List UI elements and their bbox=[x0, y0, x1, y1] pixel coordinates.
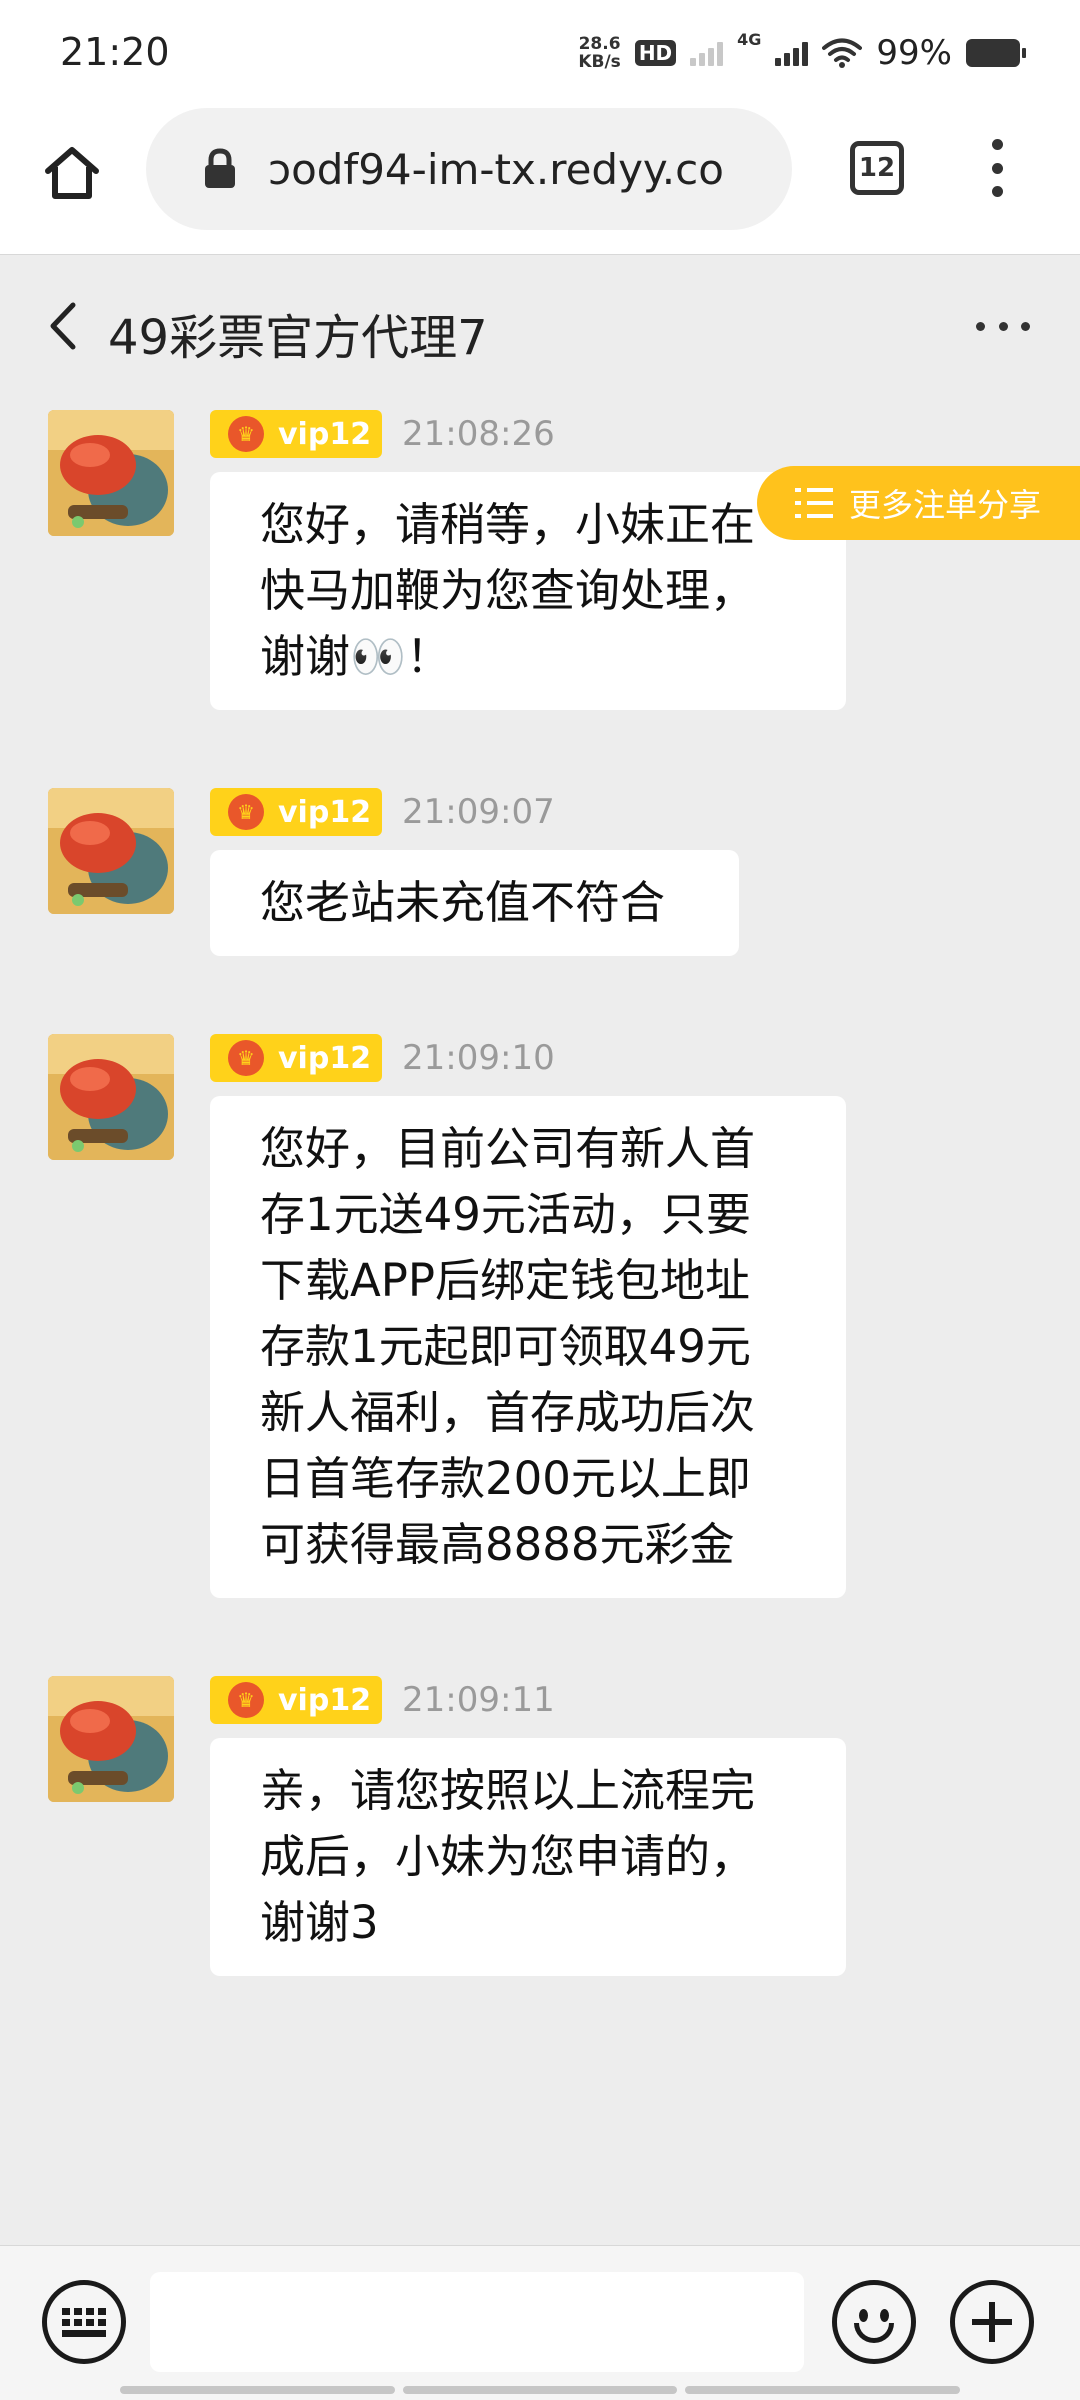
message-bubble: 您好，请稍等，小妹正在 快马加鞭为您查询处理， 谢谢👀！ bbox=[210, 472, 846, 710]
avatar[interactable] bbox=[48, 410, 174, 536]
keyboard-button[interactable] bbox=[42, 2280, 126, 2364]
message-time: 21:08:26 bbox=[402, 414, 555, 454]
message-line: 谢谢3 bbox=[260, 1896, 379, 1949]
vip-label: vip12 bbox=[278, 416, 372, 452]
message-line: 您好，目前公司有新人首 bbox=[260, 1122, 756, 1175]
signal-sim2-icon bbox=[775, 40, 809, 66]
avatar[interactable] bbox=[48, 1034, 174, 1160]
vip-crown-icon: ♛ bbox=[228, 1682, 264, 1718]
chevron-left-icon bbox=[50, 302, 76, 350]
message-meta: ♛ vip12 21:09:07 bbox=[210, 788, 555, 836]
more-horiz-icon[interactable] bbox=[976, 316, 1030, 336]
message-line: 亲，请您按照以上流程完 bbox=[260, 1764, 756, 1817]
list-icon bbox=[795, 488, 833, 518]
status-time: 21:20 bbox=[60, 30, 170, 74]
gesture-bar bbox=[120, 2386, 961, 2394]
network-speed-value: 28.6 bbox=[578, 34, 621, 54]
battery-icon bbox=[966, 39, 1026, 67]
message-input[interactable] bbox=[150, 2272, 804, 2372]
vip-label: vip12 bbox=[278, 1682, 372, 1718]
message-bubble: 亲，请您按照以上流程完 成后，小妹为您申请的， 谢谢3 bbox=[210, 1738, 846, 1976]
chat-input-bar bbox=[0, 2245, 1080, 2400]
message-line: 日首笔存款200元以上即 bbox=[260, 1452, 751, 1505]
avatar[interactable] bbox=[48, 788, 174, 914]
message-line: 可获得最高8888元彩金 bbox=[260, 1518, 735, 1571]
message-bubble: 您好，目前公司有新人首 存1元送49元活动，只要 下载APP后绑定钱包地址 存款… bbox=[210, 1096, 846, 1598]
plus-icon[interactable] bbox=[950, 2280, 1034, 2364]
lock-icon bbox=[198, 147, 242, 191]
status-bar: 21:20 28.6 KB/s HD 4G 99% bbox=[0, 0, 1080, 105]
message-line: 谢谢👀！ bbox=[260, 630, 452, 683]
vip-crown-icon: ♛ bbox=[228, 794, 264, 830]
message-line: 您老站未充值不符合 bbox=[260, 876, 666, 929]
message-line: 下载APP后绑定钱包地址 bbox=[260, 1254, 751, 1307]
vip-crown-icon: ♛ bbox=[228, 416, 264, 452]
more-vert-icon[interactable] bbox=[975, 133, 1019, 203]
message-time: 21:09:11 bbox=[402, 1680, 555, 1720]
address-bar[interactable]: ɔodf94-im-tx.redyy.co bbox=[146, 108, 792, 230]
emoji-icon[interactable] bbox=[832, 2280, 916, 2364]
status-icons: 28.6 KB/s HD 4G 99% bbox=[578, 28, 1026, 78]
vip-label: vip12 bbox=[278, 794, 372, 830]
message-line: 成后，小妹为您申请的， bbox=[260, 1830, 756, 1883]
network-speed-unit: KB/s bbox=[578, 52, 621, 72]
back-button[interactable] bbox=[38, 301, 88, 351]
message-meta: ♛ vip12 21:09:10 bbox=[210, 1034, 555, 1082]
share-bets-label: 更多注单分享 bbox=[849, 486, 1042, 524]
chat-header: 49彩票官方代理7 bbox=[0, 256, 1080, 396]
vip-badge: ♛ vip12 bbox=[210, 1676, 382, 1724]
share-bets-button[interactable]: 更多注单分享 bbox=[757, 466, 1080, 540]
signal-sim1-icon bbox=[690, 40, 724, 66]
message-line: 快马加鞭为您查询处理， bbox=[260, 564, 756, 617]
avatar[interactable] bbox=[48, 1676, 174, 1802]
message-time: 21:09:10 bbox=[402, 1038, 555, 1078]
network-speed: 28.6 KB/s bbox=[578, 35, 620, 71]
browser-toolbar: ɔodf94-im-tx.redyy.co 12 bbox=[0, 105, 1080, 255]
message-meta: ♛ vip12 21:08:26 bbox=[210, 410, 555, 458]
wifi-icon bbox=[822, 38, 863, 68]
message-line: 新人福利，首存成功后次 bbox=[260, 1386, 756, 1439]
hd-voice-icon: HD bbox=[634, 40, 677, 66]
url-text[interactable]: ɔodf94-im-tx.redyy.co bbox=[268, 145, 724, 194]
vip-badge: ♛ vip12 bbox=[210, 1034, 382, 1082]
chat-title: 49彩票官方代理7 bbox=[108, 310, 488, 366]
message-bubble: 您老站未充值不符合 bbox=[210, 850, 739, 956]
message-line: 存1元送49元活动，只要 bbox=[260, 1188, 751, 1241]
message-time: 21:09:07 bbox=[402, 792, 555, 832]
keyboard-icon bbox=[62, 2307, 106, 2337]
message-line: 存款1元起即可领取49元 bbox=[260, 1320, 751, 1373]
tab-switcher-button[interactable]: 12 bbox=[850, 141, 904, 195]
vip-badge: ♛ vip12 bbox=[210, 410, 382, 458]
home-button[interactable] bbox=[36, 137, 108, 209]
message-meta: ♛ vip12 21:09:11 bbox=[210, 1676, 555, 1724]
home-icon bbox=[45, 147, 99, 199]
message-line: 您好，请稍等，小妹正在 bbox=[260, 498, 756, 551]
vip-badge: ♛ vip12 bbox=[210, 788, 382, 836]
battery-percent: 99% bbox=[876, 33, 952, 73]
network-type: 4G bbox=[737, 30, 762, 49]
vip-crown-icon: ♛ bbox=[228, 1040, 264, 1076]
vip-label: vip12 bbox=[278, 1040, 372, 1076]
